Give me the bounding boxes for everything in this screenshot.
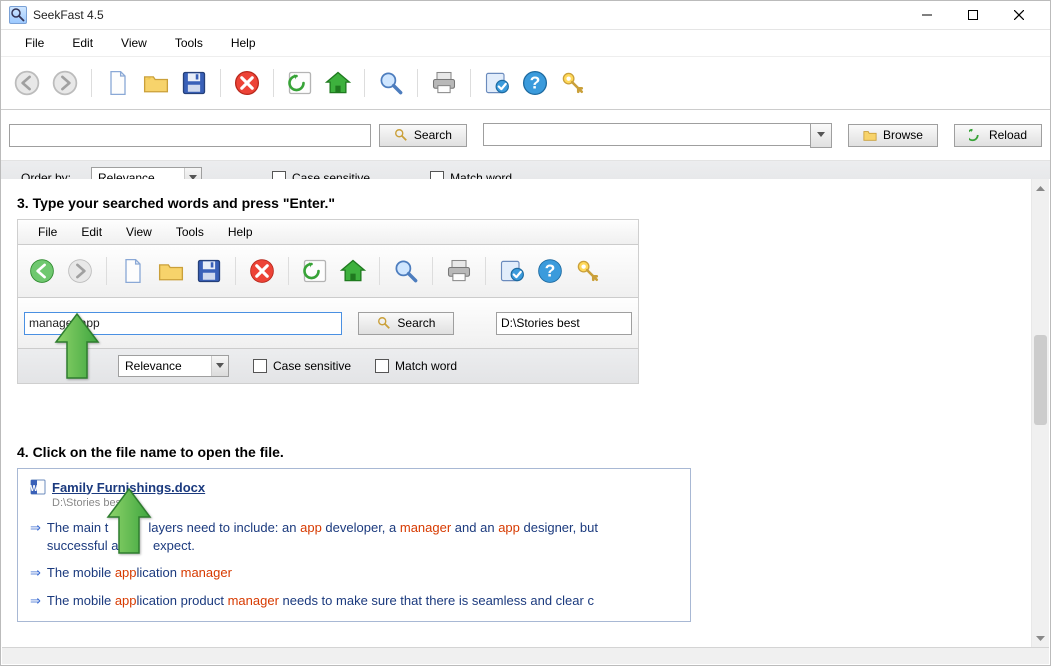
save-icon[interactable]: [178, 67, 210, 99]
example-order-select: Relevance: [118, 355, 229, 377]
magnifier-icon[interactable]: [375, 67, 407, 99]
browse-button-label: Browse: [883, 128, 923, 142]
key-icon[interactable]: [557, 67, 589, 99]
scroll-up-icon[interactable]: [1032, 179, 1049, 196]
reload-button-label: Reload: [989, 128, 1027, 142]
search-button[interactable]: Search: [379, 124, 467, 147]
reload-button[interactable]: Reload: [954, 124, 1042, 147]
svg-text:W: W: [30, 484, 38, 493]
open-folder-icon[interactable]: [140, 67, 172, 99]
scrollbar-thumb[interactable]: [1034, 335, 1047, 425]
minimize-button[interactable]: [904, 1, 950, 29]
home-icon: [337, 255, 369, 287]
svg-text:?: ?: [530, 72, 541, 92]
example-menu-file: File: [28, 221, 67, 243]
result-line-1: ⇒ The main tlayers need to include: an a…: [30, 519, 678, 554]
options-icon[interactable]: [481, 67, 513, 99]
delete-icon: [246, 255, 278, 287]
result-file-path: D:\Stories best: [52, 497, 678, 509]
example-menu-edit: Edit: [71, 221, 112, 243]
status-bar: [2, 647, 1049, 664]
help-icon[interactable]: ?: [519, 67, 551, 99]
content-area: 3. Type your searched words and press "E…: [1, 179, 1050, 647]
back-icon: [26, 255, 58, 287]
magnifier-small-icon: [377, 316, 391, 330]
example-search-button-label: Search: [397, 316, 435, 330]
browse-button[interactable]: Browse: [848, 124, 938, 147]
docx-icon: W: [30, 479, 46, 495]
chevron-down-icon[interactable]: [810, 123, 832, 148]
example-search-row: Search: [18, 298, 638, 348]
vertical-scrollbar[interactable]: [1031, 179, 1049, 647]
path-combo[interactable]: [483, 123, 832, 148]
open-folder-icon: [155, 255, 187, 287]
reload-small-icon: [969, 128, 983, 142]
example-toolbar: ?: [18, 245, 638, 298]
step4-heading: 4. Click on the file name to open the fi…: [17, 444, 1034, 460]
example-results-panel: W Family Furnishings.docx D:\Stories bes…: [17, 468, 691, 622]
menu-file[interactable]: File: [15, 32, 54, 54]
example-match-checkbox: Match word: [375, 359, 457, 373]
maximize-button[interactable]: [950, 1, 996, 29]
folder-small-icon: [863, 128, 877, 142]
new-doc-icon[interactable]: [102, 67, 134, 99]
arrow-right-icon: ⇒: [30, 592, 41, 610]
menu-view[interactable]: View: [111, 32, 157, 54]
example-menu-view: View: [116, 221, 162, 243]
magnifier-icon: [390, 255, 422, 287]
arrow-right-icon: ⇒: [30, 519, 41, 537]
magnifier-small-icon: [394, 128, 408, 142]
step3-heading: 3. Type your searched words and press "E…: [17, 195, 1034, 211]
toolbar: ?: [1, 57, 1050, 110]
result-line-2: ⇒ The mobile application manager: [30, 564, 678, 582]
chevron-down-icon: [211, 356, 228, 376]
options-icon: [496, 255, 528, 287]
menu-help[interactable]: Help: [221, 32, 266, 54]
forward-icon[interactable]: [49, 67, 81, 99]
example-search-input: [24, 312, 342, 335]
example-panel: File Edit View Tools Help: [17, 219, 639, 384]
home-icon[interactable]: [322, 67, 354, 99]
delete-icon[interactable]: [231, 67, 263, 99]
example-menu-tools: Tools: [166, 221, 214, 243]
path-input[interactable]: [483, 123, 810, 146]
example-order-row: Relevance Case sensitive Match word: [18, 348, 638, 383]
example-menu-help: Help: [218, 221, 263, 243]
save-icon: [193, 255, 225, 287]
search-row: Search Browse Reload: [1, 110, 1050, 161]
search-button-label: Search: [414, 128, 452, 142]
key-icon: [572, 255, 604, 287]
printer-icon: [443, 255, 475, 287]
scroll-down-icon[interactable]: [1032, 630, 1049, 647]
example-path-input: [496, 312, 632, 335]
refresh-icon: [299, 255, 331, 287]
back-icon[interactable]: [11, 67, 43, 99]
example-menubar: File Edit View Tools Help: [18, 220, 638, 245]
new-doc-icon: [117, 255, 149, 287]
example-search-button: Search: [358, 312, 454, 335]
help-icon: ?: [534, 255, 566, 287]
result-file-link: Family Furnishings.docx: [52, 480, 205, 495]
example-order-value: Relevance: [119, 359, 211, 373]
menubar: File Edit View Tools Help: [1, 30, 1050, 57]
forward-icon: [64, 255, 96, 287]
app-icon: [9, 6, 27, 24]
search-input[interactable]: [9, 124, 371, 147]
result-line-3: ⇒ The mobile application product manager…: [30, 592, 678, 610]
example-case-checkbox: Case sensitive: [253, 359, 351, 373]
refresh-icon[interactable]: [284, 67, 316, 99]
printer-icon[interactable]: [428, 67, 460, 99]
svg-text:?: ?: [545, 260, 556, 280]
menu-tools[interactable]: Tools: [165, 32, 213, 54]
close-button[interactable]: [996, 1, 1042, 29]
arrow-right-icon: ⇒: [30, 564, 41, 582]
menu-edit[interactable]: Edit: [62, 32, 103, 54]
window-title: SeekFast 4.5: [33, 8, 104, 22]
